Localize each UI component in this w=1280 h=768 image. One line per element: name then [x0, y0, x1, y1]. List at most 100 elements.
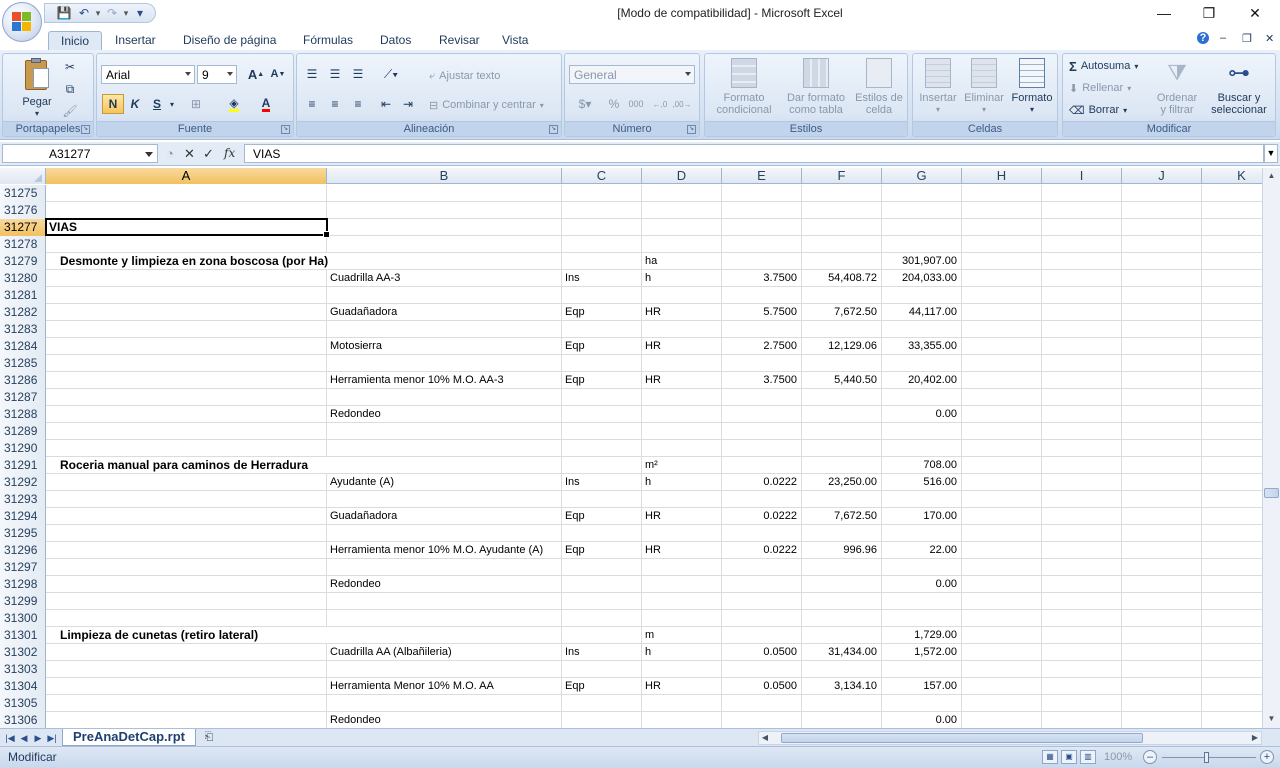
tab-insertar[interactable]: Insertar	[103, 31, 168, 50]
cell-a[interactable]: Desmonte y limpieza en zona boscosa (por…	[46, 253, 328, 269]
cell-k[interactable]	[1202, 678, 1262, 694]
cell-i[interactable]	[1042, 678, 1122, 694]
borders-icon[interactable]: ⊞	[185, 94, 207, 114]
expand-formula-icon[interactable]: ▼	[1264, 144, 1278, 163]
cell-b[interactable]	[327, 440, 562, 456]
cell-c[interactable]: Eqp	[562, 304, 642, 320]
cell-k[interactable]	[1202, 644, 1262, 660]
last-sheet-icon[interactable]: ▶|	[46, 731, 58, 745]
cell-e[interactable]	[722, 661, 802, 677]
autosuma-button[interactable]: Σ Autosuma ▾	[1069, 56, 1138, 76]
cell-f[interactable]: 54,408.72	[802, 270, 882, 286]
row-header[interactable]: 31285	[0, 355, 46, 372]
cell-f[interactable]: 996.96	[802, 542, 882, 558]
cell-f[interactable]	[802, 406, 882, 422]
cell-e[interactable]: 0.0222	[722, 474, 802, 490]
cell-h[interactable]	[962, 321, 1042, 337]
orientation-icon[interactable]: ⟋▾	[375, 64, 407, 84]
cell-a[interactable]	[46, 338, 327, 354]
cell-e[interactable]	[722, 695, 802, 711]
cell-k[interactable]	[1202, 695, 1262, 711]
cell-c[interactable]	[562, 185, 642, 201]
cell-c[interactable]	[562, 355, 642, 371]
cell-c[interactable]: Ins	[562, 644, 642, 660]
cell-j[interactable]	[1122, 185, 1202, 201]
cell-f[interactable]: 31,434.00	[802, 644, 882, 660]
cell-f[interactable]	[802, 525, 882, 541]
ribbon-minimize-icon[interactable]: –	[1220, 32, 1226, 44]
cell-b[interactable]	[327, 219, 562, 235]
cell-j[interactable]	[1122, 508, 1202, 524]
cell-j[interactable]	[1122, 661, 1202, 677]
row-header[interactable]: 31301	[0, 627, 46, 644]
cell-k[interactable]	[1202, 389, 1262, 405]
tab-inicio[interactable]: Inicio	[48, 31, 103, 50]
cell-c[interactable]	[562, 661, 642, 677]
cell-h[interactable]	[962, 219, 1042, 235]
cell-d[interactable]	[642, 355, 722, 371]
row-header[interactable]: 31281	[0, 287, 46, 304]
row-header[interactable]: 31304	[0, 678, 46, 695]
align-left-icon[interactable]: ≡	[301, 94, 323, 114]
font-color-icon[interactable]: A	[255, 94, 277, 114]
italic-button[interactable]: K	[124, 94, 146, 114]
cell-g[interactable]: 157.00	[882, 678, 962, 694]
page-break-view-icon[interactable]: ▥	[1080, 750, 1096, 764]
cell-e[interactable]	[722, 389, 802, 405]
cell-j[interactable]	[1122, 542, 1202, 558]
column-header-i[interactable]: I	[1042, 168, 1122, 184]
cell-h[interactable]	[962, 372, 1042, 388]
cell-j[interactable]	[1122, 423, 1202, 439]
undo-icon[interactable]: ↶	[75, 5, 93, 21]
cell-b[interactable]	[327, 423, 562, 439]
cell-e[interactable]	[722, 559, 802, 575]
fill-color-icon[interactable]: ◈	[223, 94, 245, 114]
cell-a[interactable]: Roceria manual para caminos de Herradura	[46, 457, 327, 473]
cell-i[interactable]	[1042, 542, 1122, 558]
row-header[interactable]: 31287	[0, 389, 46, 406]
cell-a[interactable]	[46, 491, 327, 507]
row-header[interactable]: 31275	[0, 185, 46, 202]
cell-b[interactable]	[327, 236, 562, 252]
thousands-button[interactable]: 000	[625, 94, 647, 114]
cell-f[interactable]	[802, 491, 882, 507]
scroll-right-icon[interactable]: ▶	[1249, 732, 1261, 744]
cell-g[interactable]: 0.00	[882, 406, 962, 422]
cell-i[interactable]	[1042, 338, 1122, 354]
cell-f[interactable]	[802, 610, 882, 626]
column-header-j[interactable]: J	[1122, 168, 1202, 184]
cell-b[interactable]	[327, 627, 562, 643]
cell-h[interactable]	[962, 542, 1042, 558]
cell-j[interactable]	[1122, 236, 1202, 252]
cell-j[interactable]	[1122, 525, 1202, 541]
row-header[interactable]: 31295	[0, 525, 46, 542]
bold-button[interactable]: N	[102, 94, 124, 114]
cell-i[interactable]	[1042, 661, 1122, 677]
cell-c[interactable]: Eqp	[562, 338, 642, 354]
row-header[interactable]: 31276	[0, 202, 46, 219]
cell-c[interactable]: Eqp	[562, 542, 642, 558]
cell-k[interactable]	[1202, 593, 1262, 609]
row-header[interactable]: 31278	[0, 236, 46, 253]
pegar-dropdown-icon[interactable]: ▾	[13, 108, 61, 120]
cell-h[interactable]	[962, 253, 1042, 269]
row-header[interactable]: 31284	[0, 338, 46, 355]
cell-i[interactable]	[1042, 559, 1122, 575]
cell-j[interactable]	[1122, 695, 1202, 711]
cell-g[interactable]	[882, 593, 962, 609]
cell-e[interactable]	[722, 406, 802, 422]
cell-c[interactable]	[562, 321, 642, 337]
cell-e[interactable]: 3.7500	[722, 270, 802, 286]
decrease-indent-icon[interactable]: ⇤	[375, 94, 397, 114]
cell-g[interactable]	[882, 202, 962, 218]
cell-e[interactable]	[722, 287, 802, 303]
zoom-slider[interactable]	[1162, 757, 1256, 758]
cell-k[interactable]	[1202, 338, 1262, 354]
cell-e[interactable]	[722, 593, 802, 609]
column-header-b[interactable]: B	[327, 168, 562, 184]
cell-j[interactable]	[1122, 355, 1202, 371]
cell-k[interactable]	[1202, 508, 1262, 524]
ribbon-close-icon[interactable]: ✕	[1265, 32, 1274, 45]
cell-h[interactable]	[962, 712, 1042, 728]
insertar-button[interactable]: Insertar ▾	[915, 58, 961, 116]
